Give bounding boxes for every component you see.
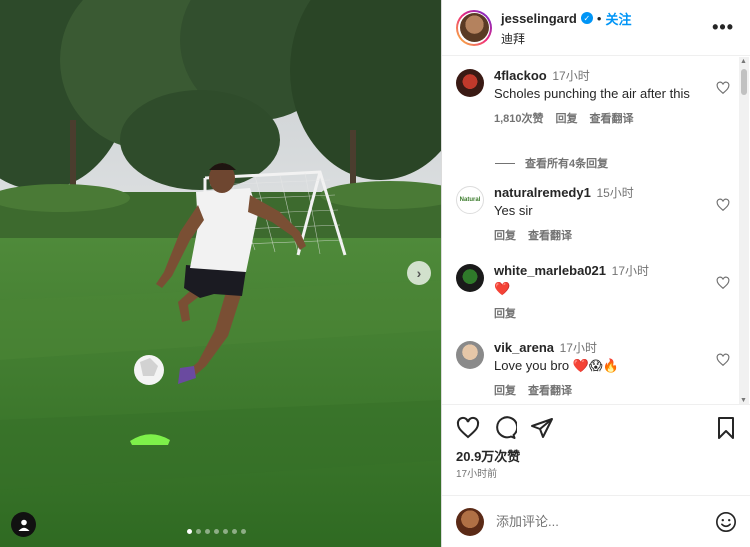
scroll-down-icon[interactable]: ▼ bbox=[740, 397, 747, 404]
scroll-up-icon[interactable]: ▲ bbox=[740, 58, 747, 65]
comment-text: Scholes punching the air after this bbox=[494, 86, 690, 101]
reply-button[interactable]: 回复 bbox=[494, 227, 516, 243]
comment-text: ❤️ bbox=[494, 281, 511, 296]
save-bookmark-icon[interactable] bbox=[714, 416, 738, 440]
view-replies-button[interactable]: 查看所有4条回复 bbox=[495, 155, 608, 171]
commenter-avatar[interactable] bbox=[456, 69, 484, 97]
comment-item: 4flackoo 17小时 Scholes punching the air a… bbox=[456, 67, 730, 126]
post-actions bbox=[456, 416, 738, 440]
commenter-avatar[interactable] bbox=[456, 264, 484, 292]
comment-text: Love you bro ❤️😱🔥 bbox=[494, 358, 619, 373]
user-icon bbox=[18, 519, 29, 531]
share-paper-plane-icon[interactable] bbox=[530, 416, 554, 440]
commenter-avatar[interactable] bbox=[456, 341, 484, 369]
comments-scrollbar[interactable]: ▲ ▼ bbox=[739, 57, 749, 404]
comment-input[interactable] bbox=[496, 514, 715, 529]
comments-list: 4flackoo 17小时 Scholes punching the air a… bbox=[442, 57, 750, 405]
heart-icon[interactable] bbox=[716, 353, 730, 367]
carousel-indicator bbox=[187, 529, 246, 534]
heart-icon[interactable] bbox=[716, 198, 730, 212]
follow-button[interactable]: 关注 bbox=[605, 9, 631, 28]
carousel-dot bbox=[205, 529, 210, 534]
see-translation-button[interactable]: 查看翻译 bbox=[528, 382, 572, 398]
comment-time: 17小时 bbox=[552, 69, 590, 83]
comment-time: 17小时 bbox=[611, 264, 649, 278]
like-heart-icon[interactable] bbox=[456, 416, 480, 440]
tagged-users-button[interactable] bbox=[11, 512, 36, 537]
commenter-username[interactable]: naturalremedy1 bbox=[494, 185, 591, 200]
see-translation-button[interactable]: 查看翻译 bbox=[528, 227, 572, 243]
author-avatar[interactable] bbox=[456, 9, 492, 46]
emoji-icon[interactable] bbox=[715, 511, 737, 533]
post-media[interactable]: › bbox=[0, 0, 441, 547]
comment-item: vik_arena 17小时 Love you bro ❤️😱🔥 回复 查看翻译 bbox=[456, 339, 730, 398]
comment-item: white_marleba021 17小时 ❤️ 回复 bbox=[456, 262, 730, 321]
like-count[interactable]: 20.9万次赞 bbox=[456, 446, 520, 465]
comment-time: 15小时 bbox=[596, 186, 634, 200]
post-location[interactable]: 迪拜 bbox=[501, 30, 631, 47]
add-comment-bar bbox=[442, 495, 750, 547]
post-side-panel: jesselingard ✓ • 关注 迪拜 ••• 4flackoo 17小时 bbox=[441, 0, 750, 547]
carousel-dot bbox=[187, 529, 192, 534]
carousel-dot bbox=[214, 529, 219, 534]
comment-time: 17小时 bbox=[559, 341, 597, 355]
more-options-icon[interactable]: ••• bbox=[712, 17, 734, 38]
scrollbar-thumb[interactable] bbox=[741, 69, 747, 95]
comment-text: Yes sir bbox=[494, 203, 533, 218]
commenter-avatar[interactable]: Natural bbox=[456, 186, 484, 214]
carousel-dot bbox=[232, 529, 237, 534]
see-translation-button[interactable]: 查看翻译 bbox=[590, 110, 634, 126]
verified-badge-icon: ✓ bbox=[580, 12, 593, 24]
post-header: jesselingard ✓ • 关注 迪拜 ••• bbox=[442, 0, 750, 56]
comment-item: Natural naturalremedy1 15小时 Yes sir 回复 查… bbox=[456, 184, 730, 243]
current-user-avatar bbox=[456, 507, 484, 536]
heart-icon[interactable] bbox=[716, 81, 730, 95]
view-replies-label: 查看所有4条回复 bbox=[525, 158, 609, 170]
comment-like-count[interactable]: 1,810次赞 bbox=[494, 110, 544, 126]
commenter-username[interactable]: vik_arena bbox=[494, 340, 554, 355]
author-username[interactable]: jesselingard bbox=[501, 11, 577, 26]
carousel-dot bbox=[223, 529, 228, 534]
reply-button[interactable]: 回复 bbox=[494, 382, 516, 398]
instagram-post-view: › jesselingard ✓ • 关注 迪拜 ••• 4flackoo 17… bbox=[0, 0, 750, 547]
header-separator: • bbox=[596, 10, 602, 26]
chevron-right-icon: › bbox=[416, 265, 422, 281]
reply-button[interactable]: 回复 bbox=[556, 110, 578, 126]
carousel-dot bbox=[196, 529, 201, 534]
heart-icon[interactable] bbox=[716, 276, 730, 290]
post-timestamp: 17小时前 bbox=[456, 469, 498, 480]
post-photo bbox=[0, 0, 441, 547]
comment-bubble-icon[interactable] bbox=[493, 416, 517, 440]
commenter-username[interactable]: 4flackoo bbox=[494, 68, 547, 83]
reply-button[interactable]: 回复 bbox=[494, 305, 516, 321]
commenter-username[interactable]: white_marleba021 bbox=[494, 263, 606, 278]
next-media-button[interactable]: › bbox=[407, 261, 431, 285]
carousel-dot bbox=[241, 529, 246, 534]
